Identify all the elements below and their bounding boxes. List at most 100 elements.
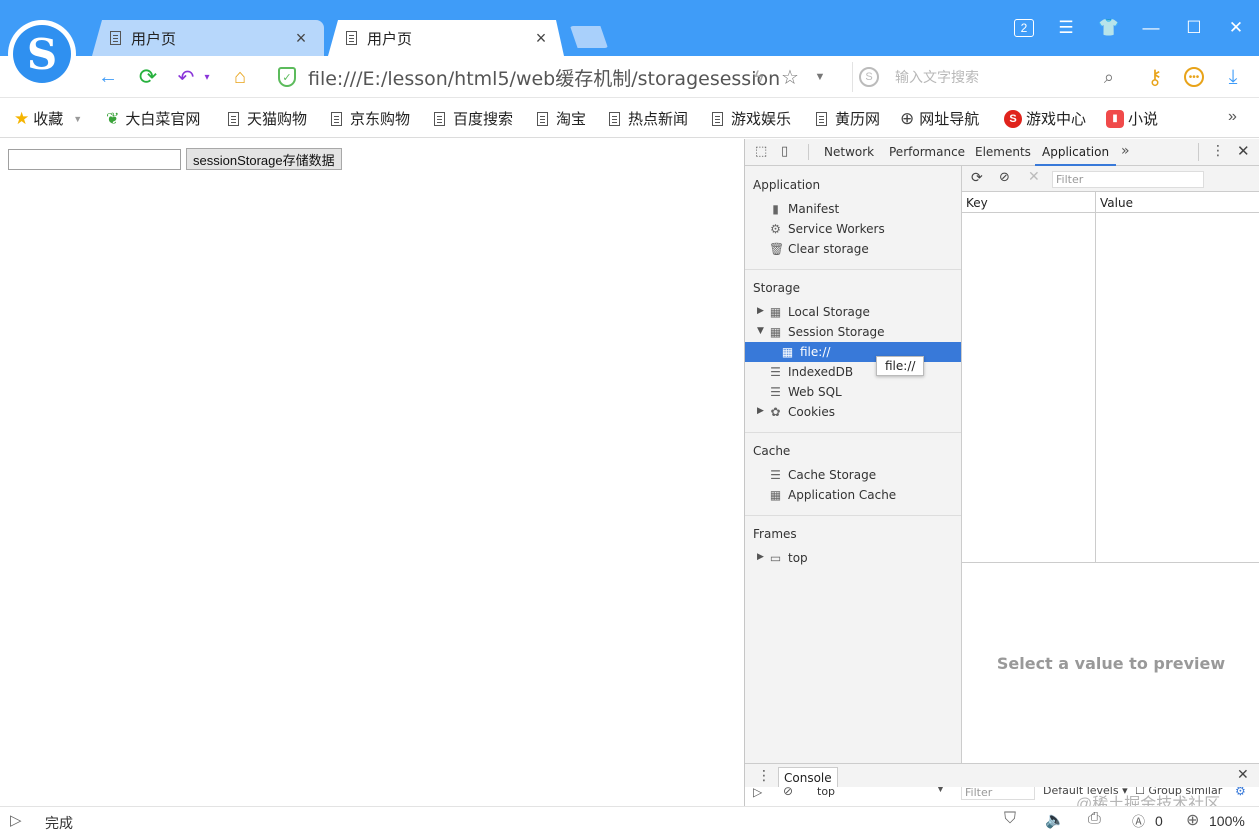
tab-elements[interactable]: Elements	[975, 139, 1031, 166]
bookmark-item[interactable]: ⊕ 网址导航	[900, 108, 979, 129]
sidebar-item-cache-storage[interactable]: ☰ Cache Storage	[769, 466, 876, 484]
bookmark-item[interactable]: ▮ 小说	[1106, 108, 1158, 129]
zoom-level[interactable]: 100%	[1209, 813, 1245, 829]
sidebar-item-label: top	[788, 551, 808, 565]
sidebar-item-application-cache[interactable]: ▦ Application Cache	[769, 486, 896, 504]
tab-inactive[interactable]: 用户页 ×	[92, 20, 324, 56]
skin-icon[interactable]: 👕	[1095, 14, 1123, 42]
bookmark-item[interactable]: ❦ 大白菜官网	[106, 108, 200, 129]
bookmark-favorites[interactable]: ★ 收藏 ▼	[14, 108, 82, 129]
tab-network[interactable]: Network	[824, 139, 874, 166]
refresh-icon[interactable]: ⟳	[134, 64, 162, 90]
undo-dropdown-icon[interactable]: ▾	[200, 64, 214, 90]
new-tab-button[interactable]	[570, 26, 608, 48]
game-center-icon: S	[1004, 109, 1022, 128]
home-icon[interactable]: ⌂	[226, 64, 254, 90]
more-icon[interactable]: •••	[1181, 64, 1207, 90]
minimize-icon[interactable]: —	[1137, 14, 1165, 42]
bookmark-item[interactable]: 天猫购物	[228, 108, 307, 129]
window-count-icon[interactable]: 2	[1010, 14, 1038, 42]
delete-selected-icon[interactable]: ✕	[1028, 169, 1040, 185]
ad-block-icon[interactable]: Ⓐ	[1132, 811, 1145, 830]
devtools-panel: ⬚ ▯ Network Performance Elements Applica…	[744, 139, 1259, 806]
tab-close-icon[interactable]: ×	[292, 28, 310, 49]
column-header-key[interactable]: Key	[966, 196, 988, 210]
back-icon[interactable]: ←	[94, 64, 122, 90]
zoom-icon[interactable]: ⊕	[1186, 810, 1199, 830]
bookmark-item[interactable]: 京东购物	[331, 108, 410, 129]
maximize-icon[interactable]: ☐	[1180, 14, 1208, 42]
expand-arrow-icon[interactable]: ▶	[757, 406, 764, 416]
security-shield-icon[interactable]: ⛉	[1004, 810, 1016, 828]
kebab-menu-icon[interactable]: ⋮	[1211, 143, 1225, 159]
sidebar-item-web-sql[interactable]: ☰ Web SQL	[769, 383, 842, 401]
speaker-icon[interactable]: 🔈	[1045, 810, 1065, 830]
page-icon	[331, 111, 342, 126]
sidebar-item-local-storage[interactable]: ▦ Local Storage	[769, 303, 870, 321]
bookmark-item[interactable]: 热点新闻	[609, 108, 688, 129]
sidebar-toggle-icon[interactable]: ▷	[10, 811, 22, 829]
bookmark-item[interactable]: 游戏娱乐	[712, 108, 791, 129]
divider	[1095, 192, 1096, 213]
close-window-icon[interactable]: ✕	[1222, 14, 1250, 42]
clear-all-icon[interactable]: ⊘	[999, 170, 1010, 185]
bookmark-item[interactable]: 百度搜索	[434, 108, 513, 129]
expand-arrow-icon[interactable]: ▶	[757, 306, 764, 316]
address-dropdown-icon[interactable]: ▼	[812, 64, 828, 90]
storage-input[interactable]	[8, 149, 181, 170]
star-icon[interactable]: ☆	[778, 64, 802, 90]
bookmark-item[interactable]: 淘宝	[537, 108, 586, 129]
close-devtools-icon[interactable]: ✕	[1237, 142, 1250, 160]
tab-active[interactable]: 用户页 ×	[328, 20, 564, 56]
console-filter-input[interactable]: Filter	[961, 787, 1035, 800]
sidebar-toggle-icon[interactable]: ▷	[753, 787, 762, 799]
search-engine-icon[interactable]: S	[859, 67, 879, 87]
tab-performance[interactable]: Performance	[889, 139, 965, 166]
grid-icon: ▦	[769, 488, 782, 502]
close-drawer-icon[interactable]: ✕	[1237, 767, 1249, 783]
sidebar-item-manifest[interactable]: ▮ Manifest	[769, 200, 839, 218]
sidebar-item-cookies[interactable]: ✿ Cookies	[769, 403, 835, 421]
sidebar-item-label: Manifest	[788, 202, 840, 216]
menu-icon[interactable]: ☰	[1052, 14, 1080, 42]
device-toolbar-icon[interactable]: ▯	[781, 144, 788, 159]
sidebar-item-clear-storage[interactable]: 🗑 Clear storage	[769, 240, 869, 258]
flash-icon[interactable]: ϟ	[748, 64, 770, 90]
address-url[interactable]: file:///E:/lesson/html5/web缓存机制/storages…	[308, 64, 780, 91]
chevron-down-icon[interactable]: ▼	[937, 787, 944, 794]
expand-arrow-icon[interactable]: ▶	[757, 552, 764, 562]
undo-icon[interactable]: ↶	[174, 64, 198, 90]
inspect-element-icon[interactable]: ⬚	[755, 144, 767, 159]
context-select[interactable]: top	[817, 787, 835, 798]
clear-console-icon[interactable]: ⊘	[783, 787, 793, 798]
filter-input[interactable]: Filter	[1052, 171, 1204, 188]
tab-application[interactable]: Application	[1035, 139, 1117, 166]
bookmark-item[interactable]: S 游戏中心	[1004, 108, 1086, 129]
download-icon[interactable]: ⤓	[1220, 64, 1246, 90]
divider	[745, 269, 961, 270]
settings-gear-icon[interactable]: ⚙	[1235, 787, 1246, 798]
ad-block-count: 0	[1155, 813, 1163, 829]
search-box[interactable]: S 输入文字搜索 ⌕	[852, 62, 1122, 92]
sidebar-item-session-storage[interactable]: ▦ Session Storage	[769, 323, 885, 341]
sidebar-item-file-selected[interactable]: ▦ file://	[745, 342, 961, 362]
collapse-arrow-icon[interactable]: ▼	[757, 326, 764, 336]
tab-close-icon[interactable]: ×	[532, 28, 550, 49]
sidebar-item-indexeddb[interactable]: ☰ IndexedDB	[769, 363, 853, 381]
session-storage-save-button[interactable]: sessionStorage存储数据	[186, 148, 342, 170]
column-header-value[interactable]: Value	[1100, 196, 1133, 210]
tab-console[interactable]: Console	[778, 767, 838, 789]
capture-icon[interactable]: ⎙	[1088, 810, 1101, 828]
sidebar-item-top-frame[interactable]: ▭ top	[769, 549, 808, 567]
bookmarks-overflow-icon[interactable]: »	[1228, 108, 1237, 126]
refresh-icon[interactable]: ⟳	[971, 170, 983, 186]
sidebar-item-service-workers[interactable]: ⚙ Service Workers	[769, 220, 885, 238]
page-icon	[537, 111, 548, 126]
drawer-menu-icon[interactable]: ⋮	[757, 768, 771, 784]
key-icon[interactable]: ⚷	[1142, 64, 1168, 90]
bookmark-item[interactable]: 黄历网	[816, 108, 880, 129]
section-heading-application: Application	[753, 178, 821, 192]
more-tabs-icon[interactable]: »	[1121, 143, 1130, 159]
page-icon	[609, 111, 620, 126]
search-icon[interactable]: ⌕	[1104, 67, 1114, 88]
